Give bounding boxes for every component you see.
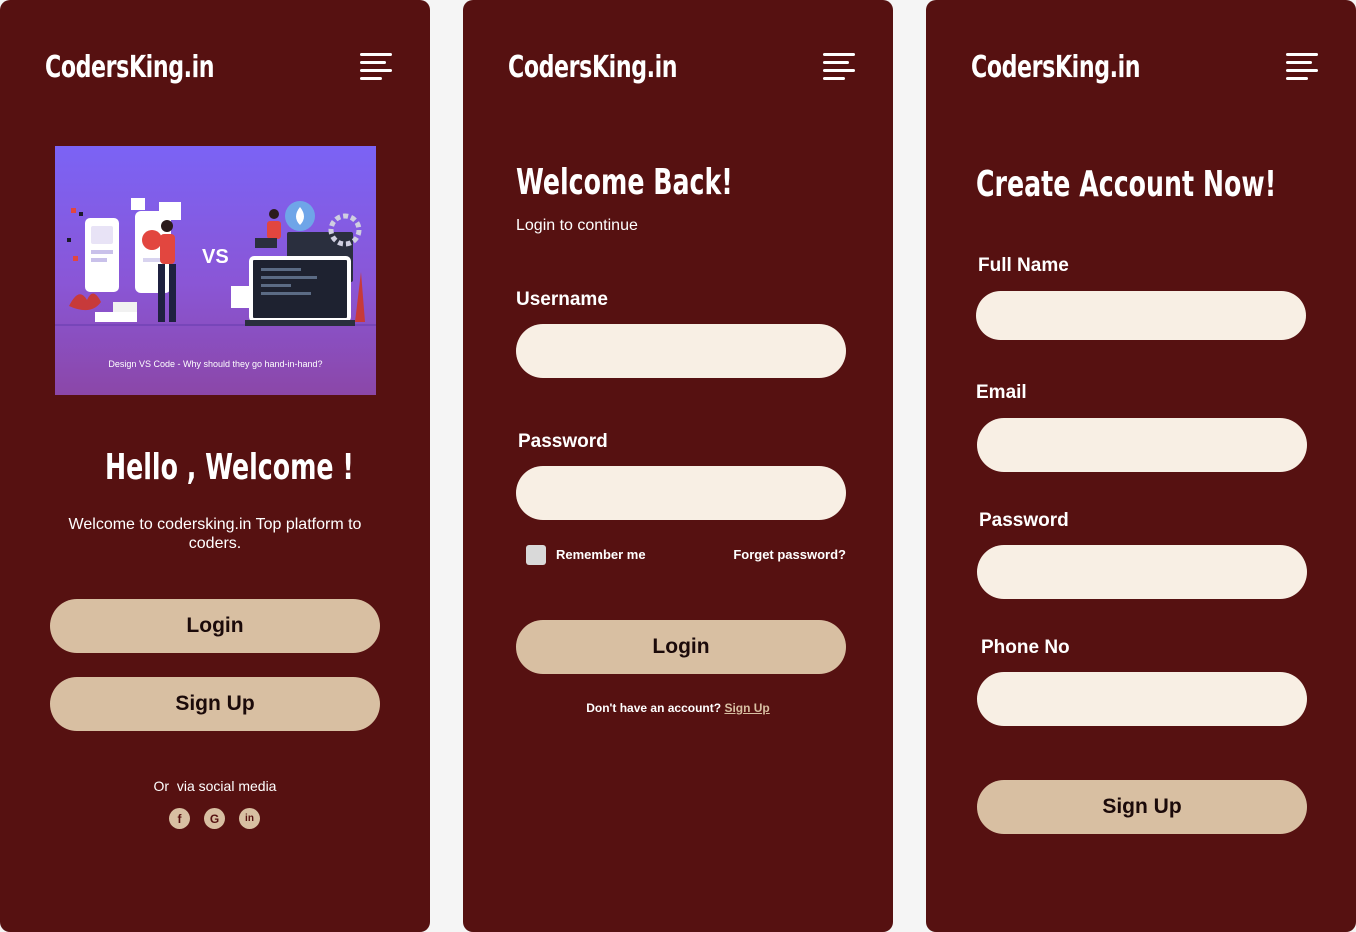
password-input[interactable] — [977, 545, 1307, 599]
hero-vs-text: VS — [202, 246, 229, 268]
fullname-input[interactable] — [976, 291, 1306, 340]
phone-label: Phone No — [981, 637, 1070, 658]
hero-illustration: VS Design VS Code - Why should they go h… — [55, 146, 376, 395]
email-label: Email — [976, 382, 1027, 403]
brand-logo[interactable]: CodersKing.in — [508, 50, 678, 85]
signup-title: Create Account Now! — [976, 164, 1277, 205]
username-label: Username — [516, 289, 608, 310]
forgot-password-link[interactable]: Forget password? — [733, 547, 846, 562]
phone-input[interactable] — [977, 672, 1307, 726]
welcome-title: Hello , Welcome ! — [105, 447, 354, 488]
hamburger-menu-icon[interactable] — [823, 53, 855, 81]
signup-button[interactable]: Sign Up — [977, 780, 1307, 834]
login-button[interactable]: Login — [50, 599, 380, 653]
username-input[interactable] — [516, 324, 846, 378]
remember-me-checkbox[interactable] — [526, 545, 546, 565]
login-button[interactable]: Login — [516, 620, 846, 674]
login-screen: CodersKing.in Welcome Back! Login to con… — [463, 0, 893, 932]
welcome-subtitle: Welcome to codersking.in Top platform to… — [68, 516, 362, 552]
hamburger-menu-icon[interactable] — [360, 53, 392, 81]
social-icons: f G in — [169, 808, 260, 829]
welcome-screen: CodersKing.in VS Design VS Code - Why sh… — [0, 0, 430, 932]
email-input[interactable] — [977, 418, 1307, 472]
signup-screen: CodersKing.in Create Account Now! Full N… — [926, 0, 1356, 932]
no-account-text: Don't have an account? — [586, 701, 722, 715]
signup-prompt: Don't have an account? Sign Up — [463, 701, 893, 715]
brand-logo[interactable]: CodersKing.in — [45, 50, 215, 85]
hero-caption: Design VS Code - Why should they go hand… — [108, 359, 323, 369]
password-label: Password — [518, 431, 608, 452]
password-input[interactable] — [516, 466, 846, 520]
login-title: Welcome Back! — [516, 162, 733, 203]
design-vs-code-illustration — [55, 198, 376, 326]
signup-link[interactable]: Sign Up — [724, 701, 769, 715]
social-media-text: Or via social media — [153, 778, 277, 794]
facebook-icon[interactable]: f — [169, 808, 190, 829]
linkedin-icon[interactable]: in — [239, 808, 260, 829]
google-icon[interactable]: G — [204, 808, 225, 829]
password-label: Password — [979, 510, 1069, 531]
signup-button[interactable]: Sign Up — [50, 677, 380, 731]
remember-me-label: Remember me — [556, 547, 646, 562]
brand-logo[interactable]: CodersKing.in — [971, 50, 1141, 85]
login-subtitle: Login to continue — [516, 217, 638, 234]
fullname-label: Full Name — [978, 255, 1069, 276]
hamburger-menu-icon[interactable] — [1286, 53, 1318, 81]
